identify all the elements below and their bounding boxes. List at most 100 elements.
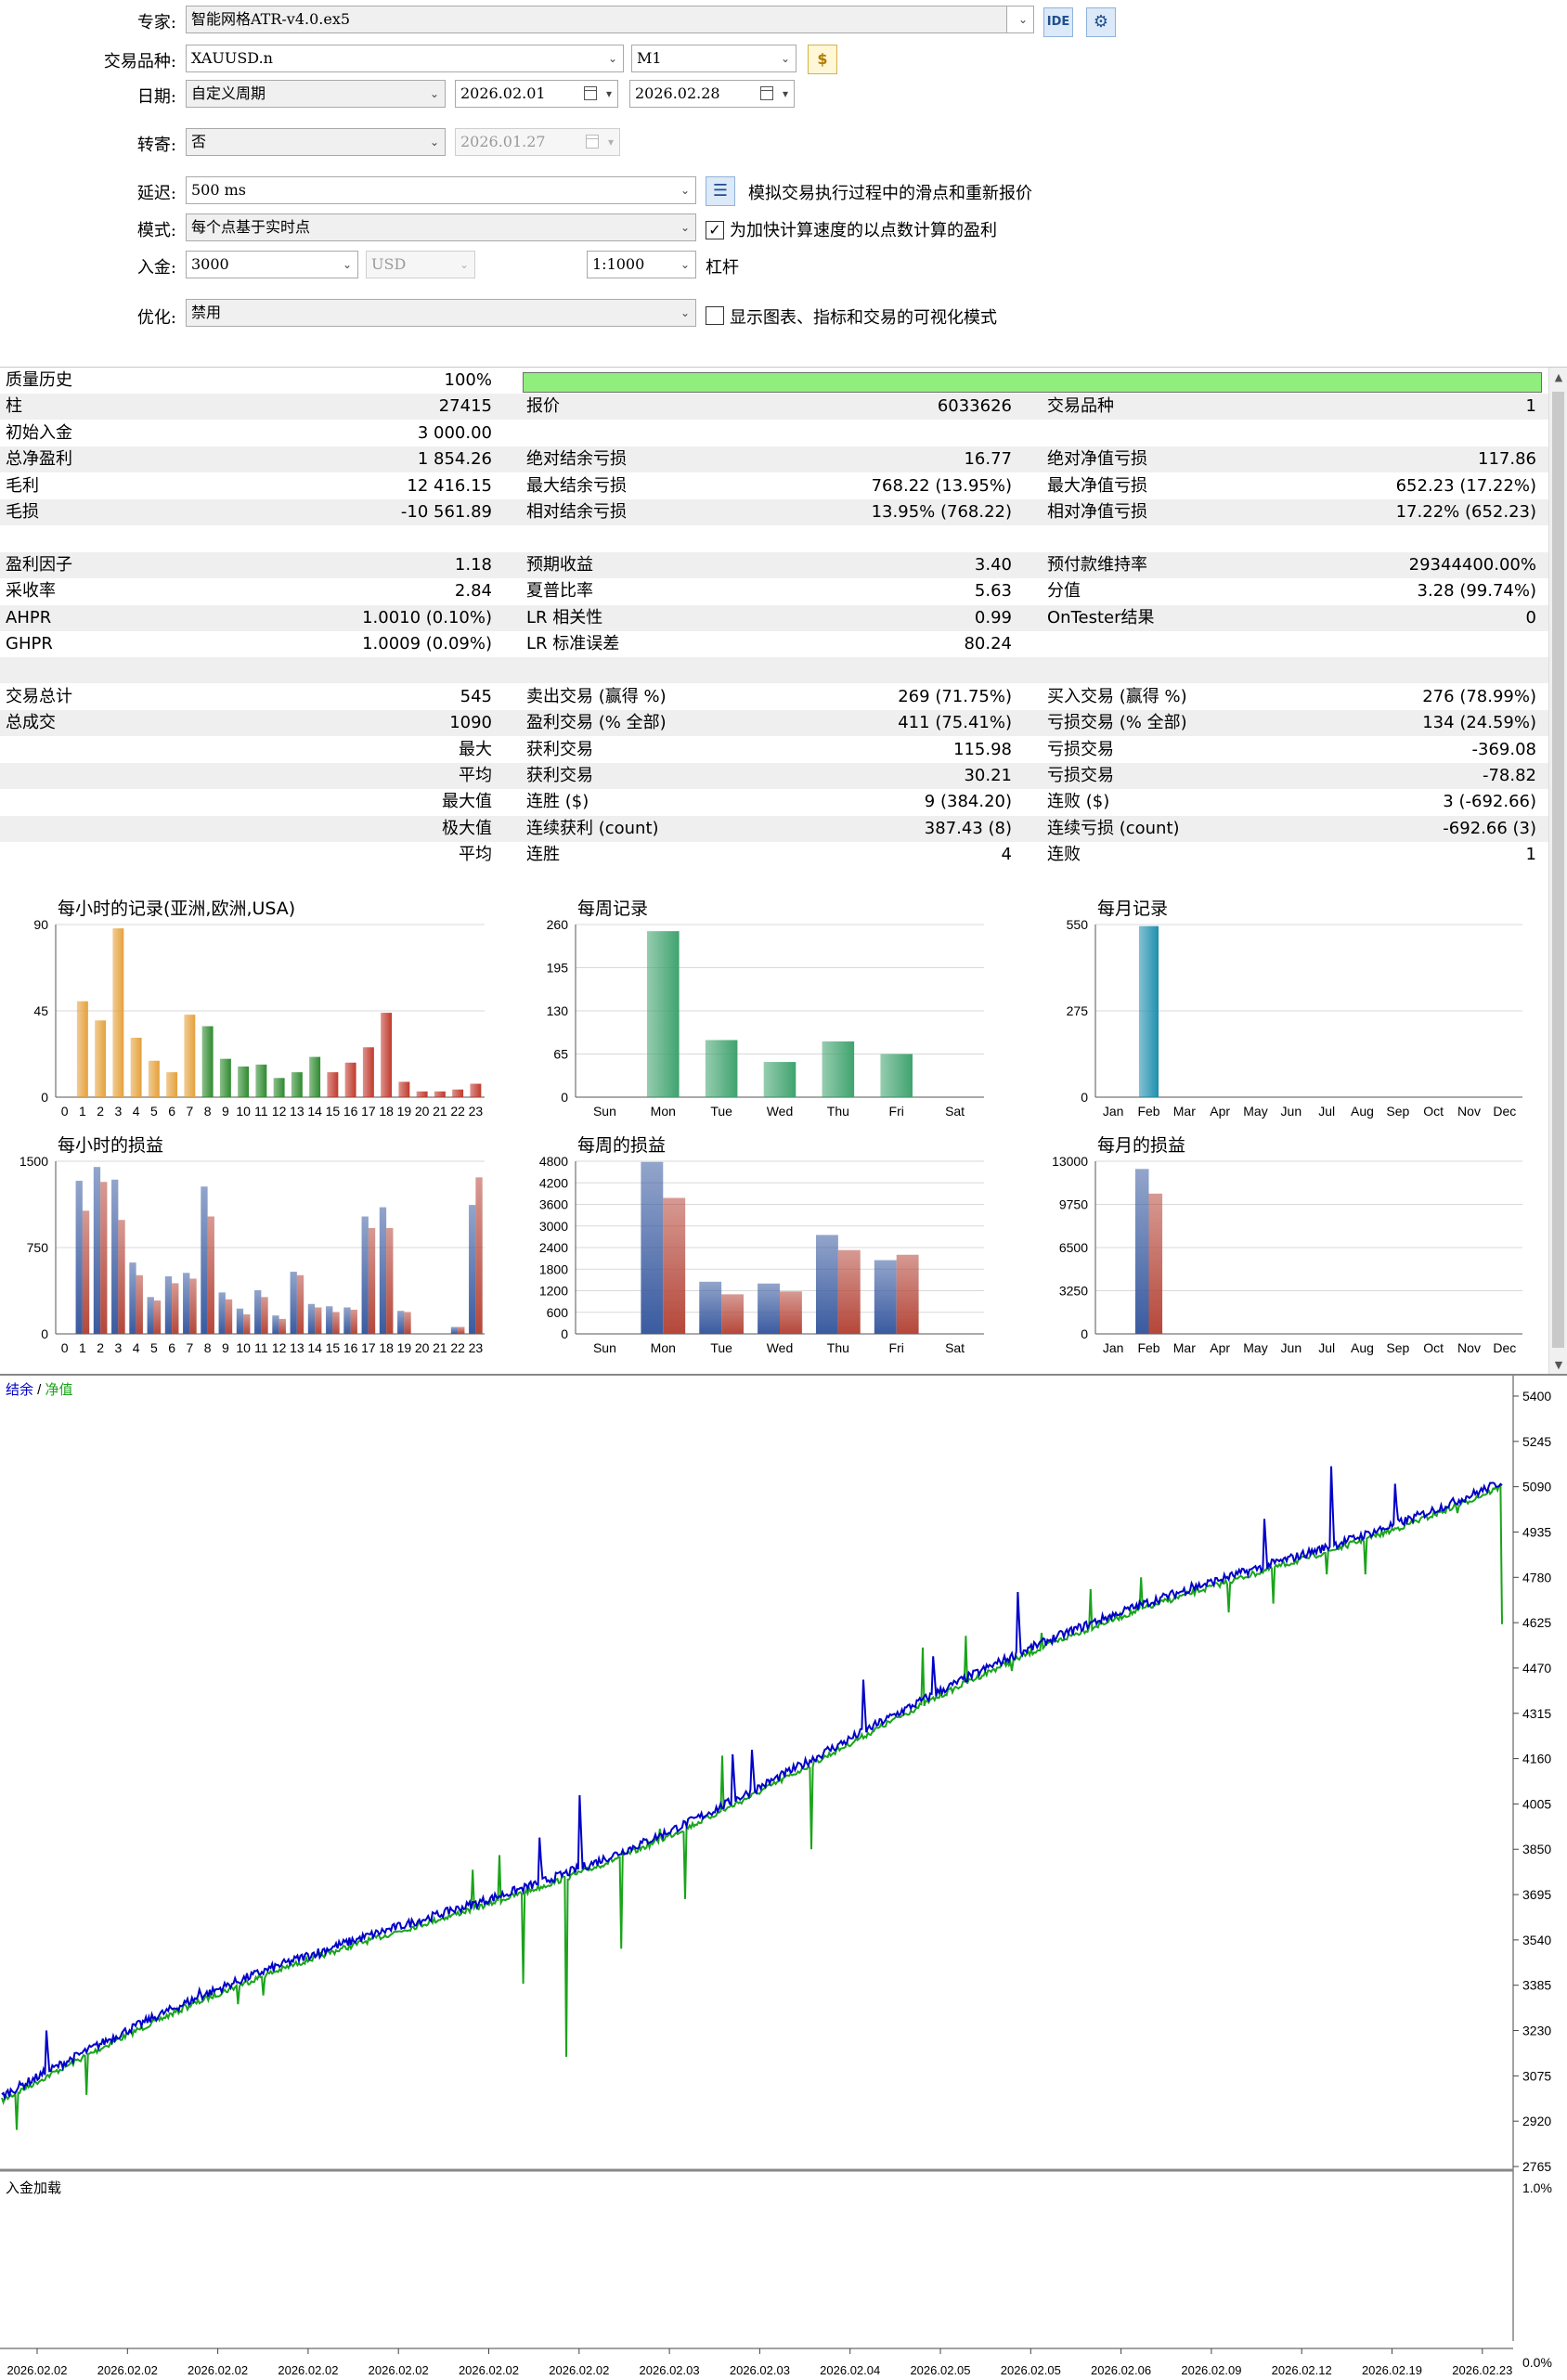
leverage-select[interactable]: 1:1000 ⌄: [587, 251, 696, 278]
x-tick-label: 9: [222, 1104, 229, 1119]
x-tick-label: 2026.02.23: [1452, 2363, 1512, 2377]
deposit-input[interactable]: 3000 ⌄: [186, 251, 358, 278]
x-tick-label: Dec: [1493, 1340, 1516, 1355]
x-tick-label: 4: [133, 1340, 140, 1355]
scrollbar-thumb[interactable]: [1552, 392, 1564, 1348]
bar: [379, 1207, 387, 1334]
expert-dropdown-button[interactable]: ⌄: [1006, 6, 1034, 33]
chevron-down-icon: ⌄: [607, 52, 617, 65]
x-tick-label: 18: [379, 1340, 394, 1355]
x-tick-label: 0: [61, 1340, 69, 1355]
x-tick-label: Jan: [1103, 1104, 1124, 1119]
stat-row: 毛利 12 416.15 最大结余亏损 768.22 (13.95%) 最大净值亏损 65…: [0, 473, 1548, 499]
x-tick-label: 19: [397, 1340, 412, 1355]
stat-value: 16.77: [964, 449, 1012, 470]
bar: [896, 1254, 919, 1334]
bar: [164, 1276, 173, 1334]
stat-value: 411 (75.41%): [898, 713, 1012, 733]
y-tick-label: 13000: [1052, 1154, 1088, 1169]
symbol-specs-button[interactable]: $: [808, 45, 837, 74]
forward-label: 转寄:: [136, 136, 176, 155]
stat-value: 80.24: [964, 634, 1012, 653]
x-tick-label: 17: [361, 1104, 376, 1119]
settings-gear-button[interactable]: ⚙: [1086, 7, 1116, 37]
expert-select[interactable]: 智能网格ATR-v4.0.ex5: [186, 6, 1008, 33]
forward-select[interactable]: 否 ⌄: [186, 128, 446, 156]
bar: [470, 1083, 482, 1097]
bar: [273, 1078, 285, 1097]
bar: [416, 1091, 428, 1097]
profit-in-pips-checkbox[interactable]: ✓: [706, 221, 724, 239]
y-tick-label: 45: [33, 1003, 48, 1018]
stat-value: -692.66 (3): [1443, 818, 1536, 838]
bar: [147, 1297, 154, 1334]
optimization-select[interactable]: 禁用 ⌄: [186, 299, 696, 327]
x-tick-label: Jul: [1318, 1104, 1335, 1119]
stat-label: 最大净值亏损: [1047, 475, 1147, 496]
timeframe-select[interactable]: M1 ⌄: [631, 45, 796, 72]
bar: [238, 1066, 250, 1097]
chevron-down-icon: ⌄: [429, 136, 439, 149]
stat-label: 卖出交易 (赢得 %): [526, 686, 667, 706]
forward-date-value: 2026.01.27: [460, 133, 546, 150]
stat-value: 276 (78.99%): [1422, 686, 1536, 706]
y-tick-label: 550: [1067, 917, 1089, 932]
bar: [166, 1072, 178, 1097]
date-to-picker[interactable]: 2026.02.28 ▾: [629, 80, 795, 108]
x-tick-label: 6: [168, 1104, 175, 1119]
optimization-label: 优化:: [136, 308, 176, 328]
scroll-up-icon[interactable]: ▲: [1549, 371, 1567, 383]
x-tick-label: 3: [114, 1104, 122, 1119]
forward-date-picker: 2026.01.27 ▾: [455, 128, 620, 156]
x-tick-label: 12: [272, 1104, 287, 1119]
scroll-down-icon[interactable]: ▼: [1549, 1359, 1567, 1371]
x-tick-label: Sat: [945, 1104, 965, 1119]
stat-label: 相对净值亏损: [1047, 502, 1147, 522]
bar: [344, 1062, 356, 1097]
bar: [434, 1091, 446, 1097]
x-tick-label: 10: [236, 1104, 251, 1119]
y-tick-label: 4200: [539, 1175, 568, 1190]
x-tick-label: 12: [272, 1340, 287, 1355]
stat-row: [0, 525, 1548, 551]
bar: [458, 1326, 465, 1334]
date-mode-select[interactable]: 自定义周期 ⌄: [186, 80, 446, 108]
stat-row: 平均 获利交易 30.21 亏损交易 -78.82: [0, 763, 1548, 789]
visual-mode-checkbox[interactable]: [706, 306, 724, 325]
ide-button[interactable]: IDE: [1043, 7, 1073, 37]
deposit-load-tick: 0.0%: [1522, 2355, 1552, 2370]
balance-equity-svg: 5400 5245 5090 4935 4780 4625 4470 4315 4160 4005…: [0, 1376, 1552, 2377]
x-tick-label: 2026.02.02: [459, 2363, 519, 2377]
stat-label: LR 相关性: [526, 607, 603, 627]
model-label: 模式:: [136, 221, 176, 240]
sliders-icon: ☰: [712, 181, 729, 200]
symbol-select[interactable]: XAUUSD.n ⌄: [186, 45, 624, 72]
bar: [309, 1056, 321, 1097]
x-tick-label: Oct: [1423, 1340, 1444, 1355]
y-tick-label: 3540: [1522, 1933, 1551, 1947]
delay-settings-button[interactable]: ☰: [706, 176, 735, 206]
x-tick-label: Jan: [1103, 1340, 1124, 1355]
x-tick-label: 18: [379, 1104, 394, 1119]
stat-value: 5.63: [974, 581, 1012, 601]
bar: [368, 1227, 376, 1334]
x-tick-label: 2026.02.09: [1181, 2363, 1241, 2377]
bar: [699, 1281, 722, 1334]
x-tick-label: Oct: [1423, 1104, 1444, 1119]
stat-label: 分值: [1047, 581, 1081, 601]
results-scrollbar[interactable]: ▲ ▼: [1548, 368, 1567, 1375]
dollar-icon: $: [817, 50, 828, 68]
bar: [327, 1072, 339, 1097]
stat-row: 最大值 连胜 ($) 9 (384.20) 连败 ($) 3 (-692.66): [0, 789, 1548, 815]
delay-select[interactable]: 500 ms ⌄: [186, 176, 696, 204]
date-from-picker[interactable]: 2026.02.01 ▾: [455, 80, 618, 108]
x-tick-label: Mar: [1173, 1104, 1196, 1119]
stat-row: 总净盈利 1 854.26 绝对结余亏损 16.77 绝对净值亏损 117.86: [0, 446, 1548, 473]
stat-label: GHPR: [6, 634, 53, 653]
stat-value: 最大: [459, 739, 492, 759]
bar: [100, 1182, 108, 1334]
stat-value: 9 (384.20): [924, 792, 1012, 812]
bar: [361, 1216, 369, 1334]
model-select[interactable]: 每个点基于实时点 ⌄: [186, 213, 696, 241]
stat-value: 1.18: [454, 554, 492, 575]
